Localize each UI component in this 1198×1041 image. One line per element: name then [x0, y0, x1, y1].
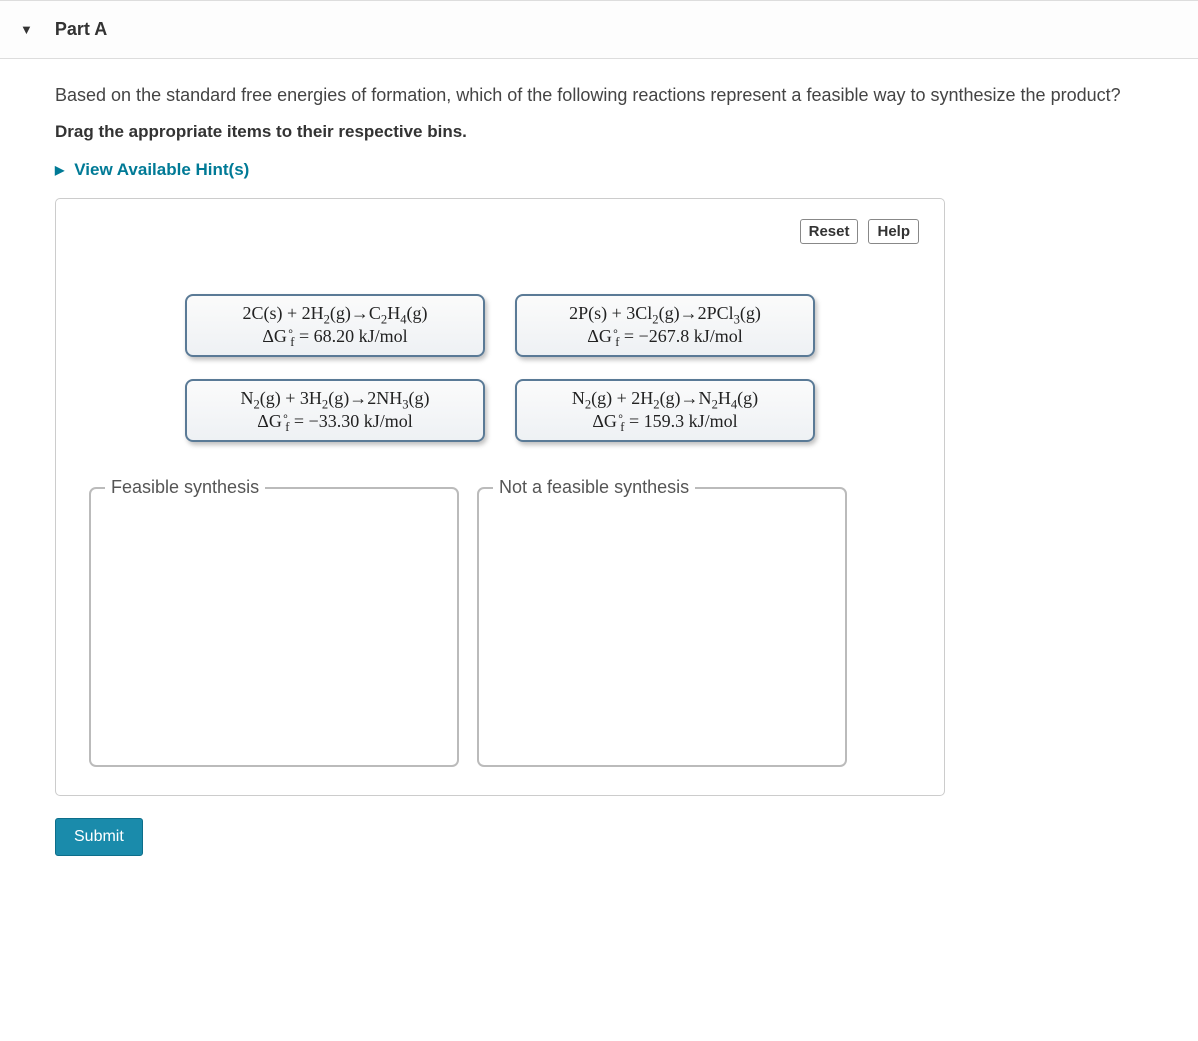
reaction-tile-c2h4[interactable]: 2C(s) + 2H2(g)→C2H4(g) ΔG∘f = 68.20 kJ/m… — [185, 294, 485, 357]
bin-row: Feasible synthesis Not a feasible synthe… — [89, 487, 919, 767]
help-button[interactable]: Help — [868, 219, 919, 244]
reaction-tile-nh3[interactable]: N2(g) + 3H2(g)→2NH3(g) ΔG∘f = −33.30 kJ/… — [185, 379, 485, 442]
reaction-equation: N2(g) + 3H2(g)→2NH3(g) — [195, 387, 475, 410]
part-title: Part A — [55, 19, 107, 40]
question-text: Based on the standard free energies of f… — [55, 83, 1143, 108]
collapse-caret-icon: ▼ — [20, 22, 33, 37]
reaction-dg: ΔG∘f = −267.8 kJ/mol — [525, 325, 805, 348]
hints-toggle[interactable]: ▶ View Available Hint(s) — [55, 160, 1143, 180]
tile-row: 2C(s) + 2H2(g)→C2H4(g) ΔG∘f = 68.20 kJ/m… — [185, 294, 815, 357]
part-body: Based on the standard free energies of f… — [0, 59, 1198, 886]
reaction-tile-n2h4[interactable]: N2(g) + 2H2(g)→N2H4(g) ΔG∘f = 159.3 kJ/m… — [515, 379, 815, 442]
reaction-dg: ΔG∘f = −33.30 kJ/mol — [195, 410, 475, 433]
bin-label: Feasible synthesis — [105, 477, 265, 498]
reaction-dg: ΔG∘f = 68.20 kJ/mol — [195, 325, 475, 348]
bin-not-feasible[interactable]: Not a feasible synthesis — [477, 487, 847, 767]
reaction-equation: N2(g) + 2H2(g)→N2H4(g) — [525, 387, 805, 410]
reset-button[interactable]: Reset — [800, 219, 859, 244]
submit-button[interactable]: Submit — [55, 818, 143, 856]
tile-source-area: 2C(s) + 2H2(g)→C2H4(g) ΔG∘f = 68.20 kJ/m… — [81, 294, 919, 442]
bin-feasible[interactable]: Feasible synthesis — [89, 487, 459, 767]
part-header[interactable]: ▼ Part A — [0, 0, 1198, 59]
bin-label: Not a feasible synthesis — [493, 477, 695, 498]
reaction-equation: 2P(s) + 3Cl2(g)→2PCl3(g) — [525, 302, 805, 325]
tile-row: N2(g) + 3H2(g)→2NH3(g) ΔG∘f = −33.30 kJ/… — [185, 379, 815, 442]
panel-actions: Reset Help — [81, 219, 919, 244]
instruction-text: Drag the appropriate items to their resp… — [55, 122, 1143, 142]
reaction-tile-pcl3[interactable]: 2P(s) + 3Cl2(g)→2PCl3(g) ΔG∘f = −267.8 k… — [515, 294, 815, 357]
work-panel: Reset Help 2C(s) + 2H2(g)→C2H4(g) ΔG∘f =… — [55, 198, 945, 796]
hints-label: View Available Hint(s) — [74, 160, 249, 180]
reaction-dg: ΔG∘f = 159.3 kJ/mol — [525, 410, 805, 433]
reaction-equation: 2C(s) + 2H2(g)→C2H4(g) — [195, 302, 475, 325]
expand-caret-icon: ▶ — [55, 163, 64, 177]
